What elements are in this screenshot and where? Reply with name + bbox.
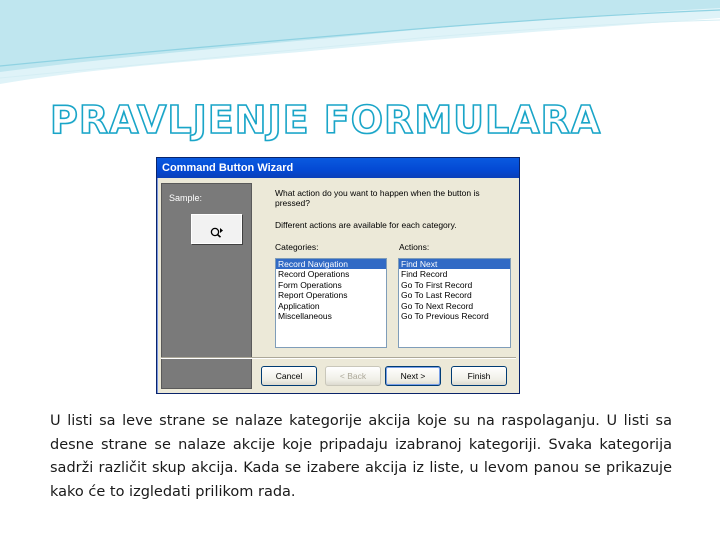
finish-button[interactable]: Finish <box>451 366 507 386</box>
action-list-item[interactable]: Go To Next Record <box>399 301 510 311</box>
dialog-titlebar: Command Button Wizard <box>157 158 519 178</box>
next-button[interactable]: Next > <box>385 366 441 386</box>
arrow-button-icon <box>210 223 224 242</box>
wizard-prompt: What action do you want to happen when t… <box>275 188 480 208</box>
actions-label: Actions: <box>399 242 430 252</box>
back-button[interactable]: < Back <box>325 366 381 386</box>
actions-listbox[interactable]: Find Next Find Record Go To First Record Go… <box>398 258 511 348</box>
sample-label: Sample: <box>169 193 203 203</box>
dialog-separator <box>161 357 516 359</box>
category-list-item[interactable]: Application <box>276 301 386 311</box>
sample-button-preview <box>191 214 242 244</box>
action-list-item[interactable]: Go To First Record <box>399 280 510 290</box>
category-list-item[interactable]: Miscellaneous <box>276 311 386 321</box>
header-banner <box>0 0 720 84</box>
categories-listbox[interactable]: Record Navigation Record Operations Form O… <box>275 258 387 348</box>
category-list-item[interactable]: Form Operations <box>276 280 386 290</box>
action-list-item[interactable]: Go To Last Record <box>399 290 510 300</box>
categories-label: Categories: <box>275 242 319 252</box>
action-list-item[interactable]: Find Next <box>399 259 510 270</box>
slide-body-text: U listi sa leve strane se nalaze kategor… <box>50 413 672 500</box>
action-list-item[interactable]: Find Record <box>399 269 510 279</box>
slide-title: PRAVLJENJE FORMULARA <box>49 97 602 143</box>
category-list-item[interactable]: Record Operations <box>276 269 386 279</box>
cancel-button[interactable]: Cancel <box>261 366 317 386</box>
action-list-item[interactable]: Go To Previous Record <box>399 311 510 321</box>
category-list-item[interactable]: Record Navigation <box>276 259 386 270</box>
wizard-info: Different actions are available for each… <box>275 220 457 230</box>
command-button-wizard-dialog: Command Button Wizard Sample: What actio… <box>156 157 520 394</box>
category-list-item[interactable]: Report Operations <box>276 290 386 300</box>
